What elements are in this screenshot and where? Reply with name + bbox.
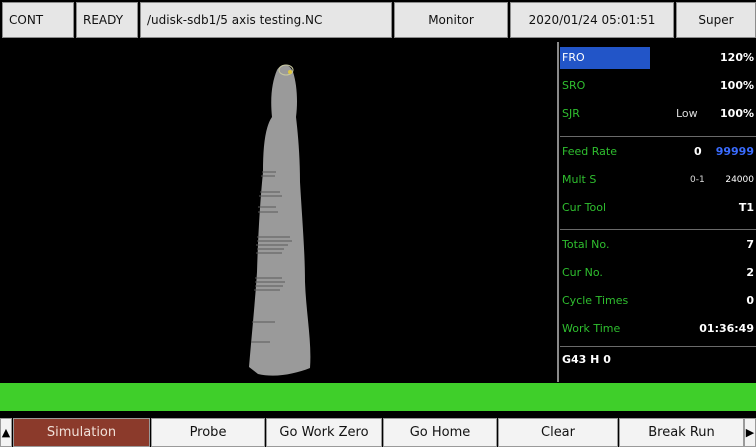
cycle-times-value: 0 bbox=[746, 294, 754, 307]
go-home-button[interactable]: Go Home bbox=[383, 418, 497, 447]
toolpath-render bbox=[249, 64, 311, 376]
fro-row: FRO 120% bbox=[560, 44, 756, 72]
sjr-label: SJR bbox=[562, 107, 580, 120]
fro-label: FRO bbox=[562, 51, 585, 64]
sro-label: SRO bbox=[562, 79, 586, 92]
sjr-row: SJR Low 100% bbox=[560, 100, 756, 128]
datetime-display: 2020/01/24 05:01:51 bbox=[510, 2, 674, 38]
mult-s-range: 0-1 bbox=[690, 175, 705, 185]
message-bar bbox=[0, 383, 756, 411]
cycle-times-row: Cycle Times 0 bbox=[560, 287, 756, 315]
work-time-row: Work Time 01:36:49 bbox=[560, 315, 756, 343]
softkey-bar: ▲ Simulation Probe Go Work Zero Go Home … bbox=[0, 418, 756, 447]
feed-rate-row: Feed Rate 0 99999 bbox=[560, 138, 756, 166]
mode-indicator: CONT bbox=[2, 2, 74, 38]
sro-value: 100% bbox=[720, 79, 754, 92]
work-time-label: Work Time bbox=[562, 322, 621, 335]
sjr-mode: Low bbox=[676, 107, 698, 120]
toolpath-shape bbox=[249, 64, 311, 376]
cur-no-value: 2 bbox=[746, 266, 754, 279]
cur-no-label: Cur No. bbox=[562, 266, 603, 279]
sro-row: SRO 100% bbox=[560, 72, 756, 100]
softkey-next-page-icon[interactable]: ▶ bbox=[744, 418, 756, 447]
probe-button[interactable]: Probe bbox=[151, 418, 265, 447]
user-level: Super bbox=[676, 2, 756, 38]
gcode-row: G43 H 0 bbox=[560, 346, 756, 374]
softkey-page-up-icon[interactable]: ▲ bbox=[0, 418, 12, 447]
cur-no-row: Cur No. 2 bbox=[560, 259, 756, 287]
cycle-times-label: Cycle Times bbox=[562, 294, 629, 307]
state-indicator: READY bbox=[76, 2, 138, 38]
simulation-button[interactable]: Simulation bbox=[13, 418, 150, 447]
status-bar: CONT READY /udisk-sdb1/5 axis testing.NC… bbox=[0, 0, 756, 40]
file-path: /udisk-sdb1/5 axis testing.NC bbox=[140, 2, 392, 38]
info-panel: FRO 120% SRO 100% SJR Low 100% Feed Rate… bbox=[560, 42, 756, 382]
simulation-viewport[interactable] bbox=[0, 42, 556, 382]
clear-button[interactable]: Clear bbox=[498, 418, 618, 447]
tool-position-dot bbox=[288, 70, 292, 74]
cur-tool-value: T1 bbox=[738, 201, 754, 214]
mult-s-value: 24000 bbox=[725, 175, 754, 185]
total-no-row: Total No. 7 bbox=[560, 231, 756, 259]
total-no-value: 7 bbox=[746, 238, 754, 251]
work-time-value: 01:36:49 bbox=[699, 322, 754, 335]
section-divider bbox=[560, 136, 756, 137]
section-divider bbox=[560, 229, 756, 230]
break-run-button[interactable]: Break Run bbox=[619, 418, 744, 447]
modal-gcode: G43 H 0 bbox=[562, 353, 611, 366]
panel-divider bbox=[557, 42, 559, 382]
sjr-value: 100% bbox=[720, 107, 754, 120]
feed-rate-value: 99999 bbox=[715, 145, 754, 158]
cur-tool-row: Cur Tool T1 bbox=[560, 194, 756, 222]
cur-tool-label: Cur Tool bbox=[562, 201, 607, 214]
mult-s-label: Mult S bbox=[562, 173, 597, 186]
fro-value: 120% bbox=[720, 51, 754, 64]
feed-rate-label: Feed Rate bbox=[562, 145, 617, 158]
mult-s-row: Mult S 0-1 24000 bbox=[560, 166, 756, 194]
go-work-zero-button[interactable]: Go Work Zero bbox=[266, 418, 382, 447]
total-no-label: Total No. bbox=[562, 238, 610, 251]
feed-rate-actual: 0 bbox=[694, 145, 702, 158]
view-indicator[interactable]: Monitor bbox=[394, 2, 508, 38]
